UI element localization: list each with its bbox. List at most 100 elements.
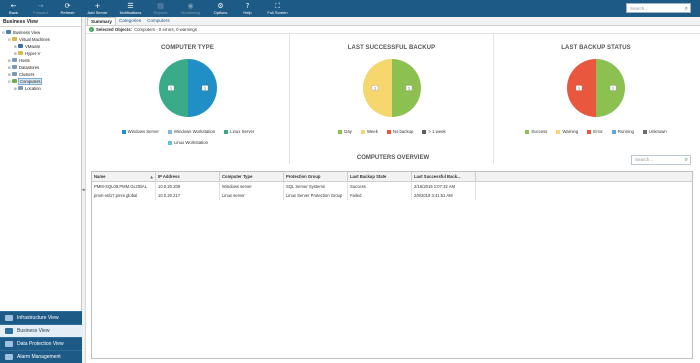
collapse-arrow-icon[interactable]: ◂ bbox=[82, 187, 85, 193]
tree-item-label: Hyper-V bbox=[25, 50, 41, 56]
column-header-label: Last Backup State bbox=[350, 174, 387, 179]
legend-swatch bbox=[360, 129, 365, 134]
toolbar-button-label: Add Server bbox=[87, 9, 108, 15]
success-check-icon: ✓ bbox=[89, 27, 94, 32]
data-label: 1 bbox=[170, 86, 172, 90]
toolbar-button-label: Notifications bbox=[119, 9, 142, 15]
table-cell: 10.0.20.217 bbox=[156, 191, 220, 200]
tree-item-datastores[interactable]: ⊞ Datastores bbox=[8, 64, 39, 70]
legend-item-no-backup[interactable]: No backup bbox=[386, 129, 413, 134]
tree-item-hyper-v[interactable]: ⊞ Hyper-V bbox=[14, 50, 40, 56]
back-button[interactable]: ← Back bbox=[0, 0, 27, 17]
view-tabs: Summary Categories Computers bbox=[86, 17, 700, 26]
data-label: 1 bbox=[578, 86, 580, 90]
selected-objects-bar: ✓ Selected Objects: Computers - 0 errors… bbox=[86, 26, 700, 34]
full-screen-button[interactable]: ⛶ Full Screen bbox=[261, 0, 294, 17]
legend-item-windows-workstation[interactable]: Windows Workstation bbox=[167, 129, 215, 134]
folder-icon bbox=[18, 86, 23, 90]
nav-data-protection-view[interactable]: Data Protection View bbox=[0, 337, 82, 350]
nav-business-view[interactable]: Business View bbox=[0, 324, 82, 337]
legend-item-linux-server[interactable]: Linux Server bbox=[224, 129, 254, 134]
table-cell: 2/15/2019 1:07:32 AM bbox=[412, 182, 476, 191]
tree-item-label: Computers bbox=[17, 77, 43, 85]
column-header-computer-type[interactable]: Computer Type bbox=[220, 172, 284, 181]
tab-summary[interactable]: Summary bbox=[87, 17, 116, 25]
tree-item-clusters[interactable]: ⊞ Clusters bbox=[8, 71, 34, 77]
legend-item-1-week[interactable]: > 1 week bbox=[422, 129, 446, 134]
chart-panel-computer-type: COMPUTER TYPE 1 1 Windows Server Windows Wor… bbox=[86, 34, 290, 164]
tab-categories[interactable]: Categories bbox=[116, 17, 144, 25]
legend-item-warning[interactable]: Warning bbox=[556, 129, 578, 134]
tree-item-vmware[interactable]: ⊞ VMware bbox=[14, 43, 40, 49]
table-cell: Success bbox=[348, 182, 412, 191]
nav-alarm-management[interactable]: Alarm Management bbox=[0, 350, 82, 363]
overview-search-placeholder: Search... bbox=[635, 157, 654, 162]
nav-infrastructure-view[interactable]: Infrastructure View bbox=[0, 311, 82, 324]
toolbar-button-label: Monitoring bbox=[181, 9, 200, 15]
column-header-last-backup-state[interactable]: Last Backup State bbox=[348, 172, 412, 181]
tree-item-business-view[interactable]: ⊟ Business View bbox=[2, 29, 40, 35]
legend-item-running[interactable]: Running bbox=[611, 129, 634, 134]
tree-item-virtual-machines[interactable]: ⊟ Virtual Machines bbox=[8, 36, 50, 42]
monitoring-button[interactable]: ◉ Monitoring bbox=[174, 0, 207, 17]
table-row[interactable]: pmm-vsl17.pmm.global 10.0.20.217 Linux ser… bbox=[92, 191, 692, 200]
reports-button[interactable]: ▤ Reports bbox=[147, 0, 174, 17]
nav-item-label: Data Protection View bbox=[17, 341, 64, 347]
left-panel-title: Business View bbox=[0, 17, 81, 27]
add-server-icon: + bbox=[94, 1, 101, 10]
legend-swatch bbox=[525, 129, 530, 134]
folder-icon bbox=[12, 65, 17, 69]
notifications-button[interactable]: ☰ Notifications bbox=[114, 0, 147, 17]
sort-ascending-icon: ▲ bbox=[150, 174, 153, 179]
tab-computers[interactable]: Computers bbox=[144, 17, 172, 25]
chart-legend: Windows Server Windows Workstation Linux S… bbox=[106, 129, 270, 145]
column-header-protection-group[interactable]: Protection Group bbox=[284, 172, 348, 181]
main-toolbar: ← Back → Forward ⟳ Refresh + Add Server ☰ Notific… bbox=[0, 0, 700, 17]
legend-item-windows-server[interactable]: Windows Server bbox=[121, 129, 159, 134]
tree-item-location[interactable]: ⊞ Location bbox=[14, 85, 41, 91]
legend-label: Error bbox=[593, 129, 603, 134]
search-icon[interactable]: ⌕ bbox=[685, 5, 688, 13]
legend-swatch bbox=[224, 129, 229, 134]
toolbar-button-label: Reports bbox=[153, 9, 168, 15]
add-server-button[interactable]: + Add Server bbox=[81, 0, 114, 17]
options-button[interactable]: ⚙ Options bbox=[207, 0, 234, 17]
chart-legend: Success Warning Error Running Unknown bbox=[494, 129, 698, 134]
main-content: Summary Categories Computers ✓ Selected Ob… bbox=[86, 17, 700, 363]
business-view-icon bbox=[5, 328, 13, 334]
legend-label: Linux Workstation bbox=[173, 140, 209, 145]
refresh-button[interactable]: ⟳ Refresh bbox=[54, 0, 81, 17]
legend-swatch bbox=[611, 129, 616, 134]
help-button[interactable]: ? Help bbox=[234, 0, 261, 17]
data-label: 1 bbox=[374, 86, 376, 90]
folder-icon bbox=[12, 37, 17, 41]
tree-item-hosts[interactable]: ⊞ Hosts bbox=[8, 57, 30, 63]
forward-button[interactable]: → Forward bbox=[27, 0, 54, 17]
legend-item-success[interactable]: Success bbox=[525, 129, 547, 134]
tree-item-computers[interactable]: ⊟ Computers bbox=[8, 77, 43, 85]
search-icon[interactable]: ⌕ bbox=[685, 156, 688, 164]
global-search-input[interactable]: Search... ⌕ bbox=[626, 3, 691, 13]
toolbar-button-label: Refresh bbox=[60, 9, 75, 15]
column-header-name[interactable]: Name ▲ bbox=[92, 172, 156, 181]
table-cell: Linux server bbox=[220, 191, 284, 200]
column-header-last-successful-back[interactable]: Last Successful Back... bbox=[412, 172, 476, 181]
legend-item-week[interactable]: Week bbox=[360, 129, 378, 134]
overview-title: COMPUTERS OVERVIEW bbox=[356, 155, 430, 161]
legend-swatch bbox=[642, 129, 647, 134]
table-row[interactable]: PMM-SQL09.PMM.GLOBAL 10.0.20.209 Windows s… bbox=[92, 182, 692, 191]
legend-item-error[interactable]: Error bbox=[587, 129, 603, 134]
legend-label: Warning bbox=[562, 129, 579, 134]
table-cell: Failed bbox=[348, 191, 412, 200]
legend-item-linux-workstation[interactable]: Linux Workstation bbox=[167, 140, 209, 145]
folder-icon bbox=[6, 30, 11, 34]
data-protection-view-icon bbox=[5, 341, 13, 347]
global-search-placeholder: Search... bbox=[630, 5, 649, 11]
legend-item-unknown[interactable]: Unknown bbox=[642, 129, 667, 134]
overview-search-input[interactable]: Search... ⌕ bbox=[631, 155, 691, 165]
chart-title: LAST SUCCESSFUL BACKUP bbox=[347, 45, 436, 51]
legend-item-day[interactable]: Day bbox=[338, 129, 352, 134]
column-header-ip-address[interactable]: IP Address bbox=[156, 172, 220, 181]
legend-swatch bbox=[121, 129, 126, 134]
table-cell: pmm-vsl17.pmm.global bbox=[92, 191, 156, 200]
